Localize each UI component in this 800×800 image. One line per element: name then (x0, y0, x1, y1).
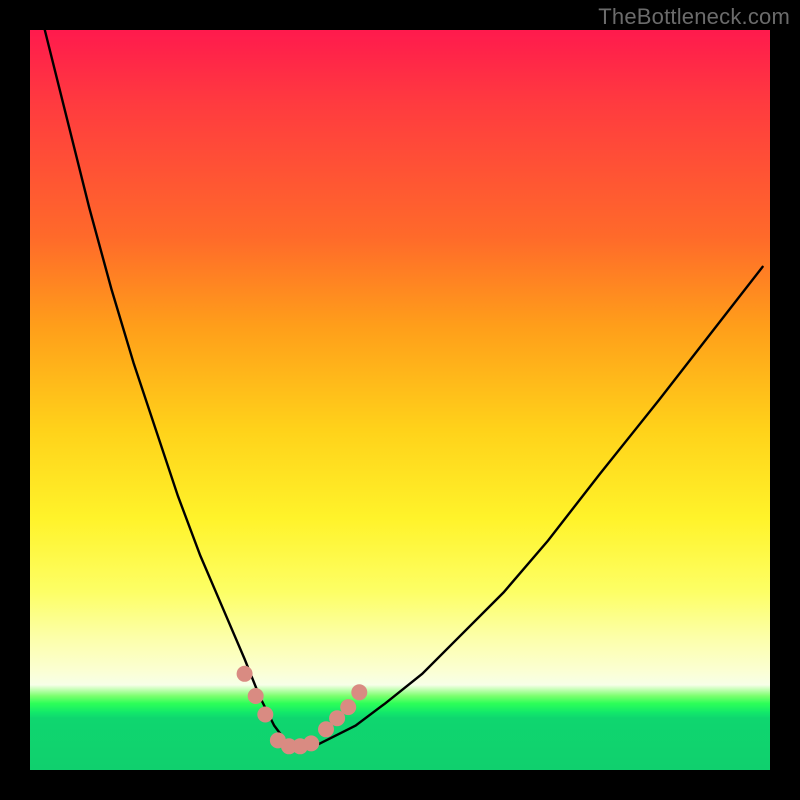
right-dots-point (340, 699, 356, 715)
plot-area (30, 30, 770, 770)
left-dots-point (237, 666, 253, 682)
floor-dots-point (303, 735, 319, 751)
bottleneck-curve (45, 30, 763, 748)
marker-layer (237, 666, 368, 755)
left-dots-point (248, 688, 264, 704)
chart-frame: TheBottleneck.com (0, 0, 800, 800)
curve-layer (30, 30, 770, 770)
watermark-label: TheBottleneck.com (598, 4, 790, 30)
left-dots-point (257, 707, 273, 723)
right-dots-point (351, 684, 367, 700)
